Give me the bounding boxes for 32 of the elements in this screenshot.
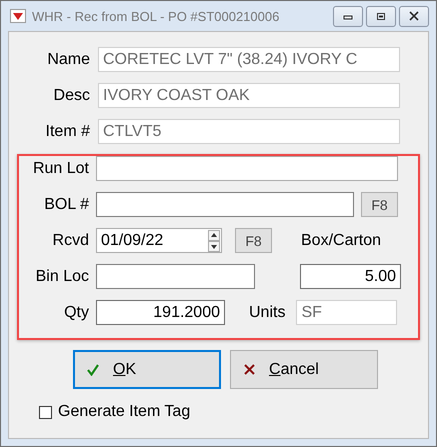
input-field[interactable]: 5.00: [300, 264, 401, 289]
field-label: Box/Carton: [301, 232, 382, 250]
field-label: Desc: [52, 86, 90, 104]
field-label: Bin Loc: [34, 268, 89, 286]
close-icon: [408, 11, 420, 21]
input-field[interactable]: [96, 264, 255, 289]
field-label: Units: [249, 304, 286, 322]
field-label: Rcvd: [52, 232, 89, 250]
checkbox[interactable]: [39, 406, 52, 418]
field-label: Qty: [63, 304, 89, 322]
minimize-button[interactable]: [333, 6, 363, 26]
x-icon: [244, 364, 255, 375]
cancel-button[interactable]: Cancel: [230, 350, 378, 389]
restore-icon: [376, 12, 386, 20]
lookup-button[interactable]: F8: [235, 228, 272, 253]
input-field[interactable]: [96, 156, 398, 181]
field-label: Item #: [44, 122, 90, 140]
maximize-button[interactable]: [366, 6, 396, 26]
close-button[interactable]: [399, 6, 429, 26]
window-title: WHR - Rec from BOL - PO #ST000210006: [32, 8, 280, 24]
field-label: BOL #: [43, 196, 89, 214]
ok-button[interactable]: OK: [73, 350, 221, 389]
field-label: Run Lot: [32, 160, 89, 178]
input-field[interactable]: [96, 192, 354, 217]
spinner-icon[interactable]: [208, 230, 220, 252]
app-icon: [10, 9, 26, 23]
check-icon: [87, 364, 99, 376]
lookup-button[interactable]: F8: [361, 192, 398, 217]
date-field[interactable]: 01/09/22: [96, 228, 222, 253]
input-field[interactable]: 191.2000: [96, 300, 225, 325]
field-label: Name: [46, 50, 90, 68]
generate-item-tag-checkbox[interactable]: Generate Item Tag: [39, 403, 190, 421]
